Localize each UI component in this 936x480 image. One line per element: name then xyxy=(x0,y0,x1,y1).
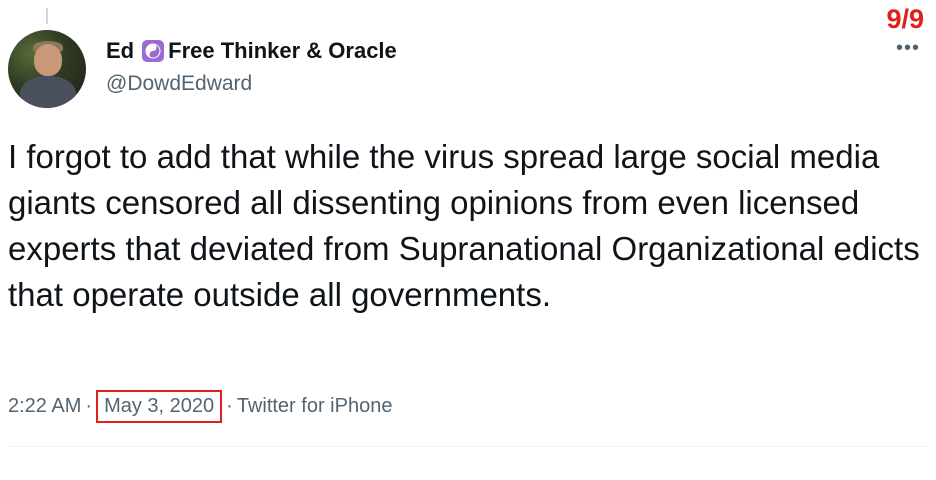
author-display-suffix: Free Thinker & Oracle xyxy=(168,38,397,63)
thread-connector-line xyxy=(46,8,48,24)
avatar-shirt xyxy=(20,76,76,108)
meta-separator: · xyxy=(85,395,93,417)
author-handle[interactable]: @DowdEdward xyxy=(106,72,252,96)
tweet-time[interactable]: 2:22 AM xyxy=(8,395,81,418)
author-first-name: Ed xyxy=(106,38,135,63)
avatar[interactable] xyxy=(8,30,86,108)
tweet-text: I forgot to add that while the virus spr… xyxy=(8,138,920,313)
tweet-meta: 2:22 AM · May 3, 2020 · Twitter for iPho… xyxy=(8,390,392,423)
tweet-date[interactable]: May 3, 2020 xyxy=(96,390,223,423)
yin-yang-icon xyxy=(142,40,165,62)
more-options-icon[interactable]: ••• xyxy=(896,38,920,58)
avatar-face xyxy=(34,44,62,76)
meta-separator: · xyxy=(226,395,233,417)
author-name[interactable]: Ed Free Thinker & Oracle xyxy=(106,38,397,64)
thread-counter-annotation: 9/9 xyxy=(886,4,924,34)
tweet-source[interactable]: Twitter for iPhone xyxy=(237,395,393,418)
divider xyxy=(8,446,928,447)
